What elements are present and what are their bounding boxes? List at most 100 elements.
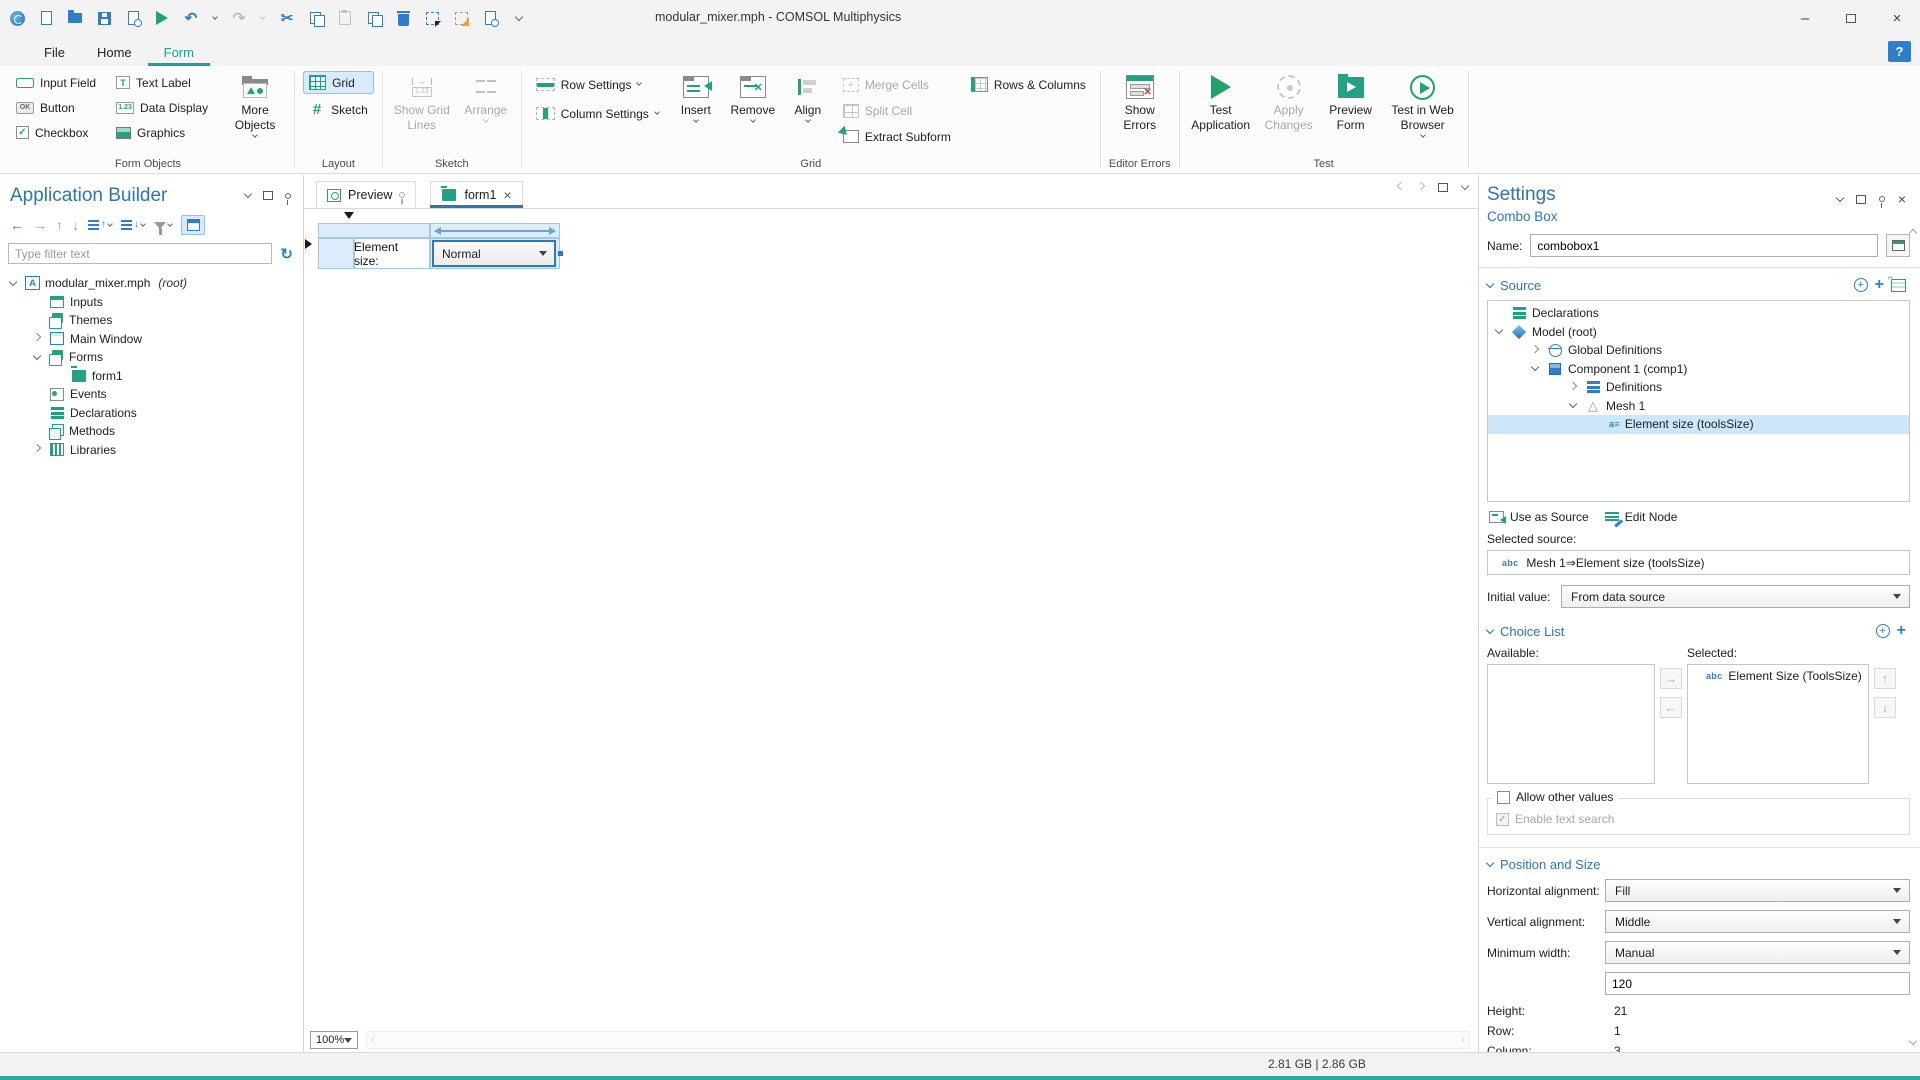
source-item-element-size[interactable]: a≡ Element size (toolsSize) [1488, 415, 1909, 434]
source-item-definitions[interactable]: Definitions [1488, 378, 1909, 397]
horizontal-alignment-dropdown[interactable]: Fill [1605, 879, 1910, 902]
source-item-global-definitions[interactable]: Global Definitions [1488, 341, 1909, 360]
run-application-icon[interactable] [153, 9, 171, 27]
add-icon[interactable]: + [1875, 277, 1884, 293]
source-tree[interactable]: Declarations Model (root) Global Definit… [1487, 300, 1910, 502]
rows-and-columns-button[interactable]: Rows & Columns [965, 73, 1092, 96]
test-in-web-browser-button[interactable]: Test in Web Browser [1386, 71, 1460, 137]
vertical-alignment-dropdown[interactable]: Middle [1605, 910, 1910, 933]
collapse-position-icon[interactable] [1486, 859, 1494, 867]
grid-cell[interactable] [318, 223, 430, 238]
element-size-combobox[interactable]: Normal [432, 240, 556, 267]
delete-icon[interactable] [394, 9, 412, 27]
duplicate-icon[interactable] [365, 9, 383, 27]
width-input[interactable] [1605, 972, 1910, 995]
insert-button[interactable]: Insert [673, 71, 719, 122]
checkbox-button[interactable]: ✓Checkbox [10, 121, 102, 144]
tab-form1[interactable]: form1 × [430, 181, 522, 208]
data-display-button[interactable]: 1.23Data Display [110, 96, 214, 119]
scroll-up-icon[interactable] [1908, 229, 1916, 237]
collapse-all-button[interactable]: ↑ [88, 220, 112, 230]
sketch-mode-button[interactable]: #Sketch [303, 98, 374, 121]
collapse-choice-list-icon[interactable] [1486, 625, 1494, 633]
comsol-logo-icon[interactable] [8, 9, 26, 27]
button-button[interactable]: OKButton [10, 96, 102, 119]
expand-all-button[interactable]: ↓ [121, 220, 145, 230]
text-label-button[interactable]: TText Label [110, 71, 214, 94]
tree-item-declarations[interactable]: Declarations [0, 404, 303, 423]
tree-item-inputs[interactable]: Inputs [0, 293, 303, 312]
open-file-icon[interactable] [66, 9, 84, 27]
float-panel-icon[interactable] [263, 191, 273, 200]
scroll-down-icon[interactable] [1908, 1037, 1916, 1045]
pin-panel-icon[interactable] [285, 193, 291, 199]
copy-icon[interactable] [307, 9, 325, 27]
cut-icon[interactable]: ✂ [278, 9, 296, 27]
source-item-model-root[interactable]: Model (root) [1488, 323, 1909, 342]
editor-menu-icon[interactable] [1461, 182, 1469, 190]
tab-file[interactable]: File [28, 40, 81, 66]
grid-mode-button[interactable]: Grid [303, 71, 374, 94]
source-item-declarations[interactable]: Declarations [1488, 304, 1909, 323]
new-file-icon[interactable] [37, 9, 55, 27]
back-button[interactable]: ← [10, 218, 24, 232]
tab-home[interactable]: Home [81, 40, 148, 66]
find-icon[interactable] [481, 9, 499, 27]
align-button[interactable]: Align [787, 71, 829, 122]
collapse-source-icon[interactable] [1486, 279, 1494, 287]
maximize-button[interactable] [1828, 0, 1874, 36]
settings-menu-chevron-icon[interactable] [1836, 193, 1844, 201]
expander-icon[interactable] [30, 337, 44, 340]
tree-item-themes[interactable]: Themes [0, 311, 303, 330]
clear-selection-icon[interactable] [452, 9, 470, 27]
column-marker-icon[interactable] [344, 212, 354, 219]
row-marker-icon[interactable] [305, 239, 312, 249]
minimize-button[interactable]: – [1782, 0, 1828, 36]
section-source[interactable]: Source + + [1479, 268, 1920, 298]
collapse-all-dropdown-icon[interactable] [107, 221, 113, 227]
add-choice-list-icon[interactable]: + [1876, 624, 1890, 638]
maximize-editor-icon[interactable] [1438, 183, 1448, 192]
source-item-component1[interactable]: Component 1 (comp1) [1488, 360, 1909, 379]
tree-item-methods[interactable]: Methods [0, 422, 303, 441]
tree-item-root[interactable]: A modular_mixer.mph (root) [0, 274, 303, 293]
grid-cell[interactable] [318, 238, 354, 269]
tree-item-events[interactable]: Events [0, 385, 303, 404]
horizontal-scrollbar[interactable]: ‹ › [366, 1031, 1470, 1049]
input-field-button[interactable]: Input Field [10, 71, 102, 94]
help-button[interactable]: ? [1888, 41, 1911, 62]
show-node-text-toggle[interactable] [181, 215, 205, 235]
expander-icon[interactable] [6, 282, 20, 285]
filter-dropdown-icon[interactable] [167, 221, 173, 227]
close-tab-icon[interactable]: × [503, 188, 511, 202]
zoom-control[interactable]: 100% [310, 1031, 358, 1049]
column-settings-button[interactable]: Column Settings [530, 102, 665, 125]
save-icon[interactable] [95, 9, 113, 27]
float-settings-icon[interactable] [1856, 195, 1866, 204]
switch-to-model-tree-icon[interactable] [1891, 279, 1906, 292]
remove-button[interactable]: ✕ Remove [727, 71, 779, 122]
add-choice-icon[interactable]: + [1897, 623, 1906, 639]
form-canvas[interactable]: Element size: Normal [304, 209, 1478, 1028]
minimum-width-dropdown[interactable]: Manual [1605, 941, 1910, 964]
undo-icon[interactable]: ↶ [182, 9, 200, 27]
refresh-icon[interactable]: ↻ [280, 245, 293, 263]
tree-item-forms[interactable]: Forms [0, 348, 303, 367]
qat-overflow-icon[interactable] [510, 9, 528, 27]
expander-icon[interactable] [30, 356, 44, 359]
scroll-left-icon[interactable]: ‹ [371, 1034, 375, 1046]
name-input[interactable] [1530, 234, 1878, 257]
selected-listbox[interactable]: abc Element Size (ToolsSize) [1687, 664, 1869, 784]
extract-subform-button[interactable]: Extract Subform [837, 125, 957, 148]
available-listbox[interactable] [1487, 664, 1655, 784]
settings-scrollbar[interactable] [1906, 231, 1919, 1046]
section-choice-list[interactable]: Choice List + + [1479, 614, 1920, 644]
edit-node-button[interactable]: Edit Node [1605, 510, 1678, 524]
selected-list-item[interactable]: abc Element Size (ToolsSize) [1688, 665, 1868, 683]
show-errors-button[interactable]: ✕ Show Errors [1114, 71, 1166, 133]
more-objects-button[interactable]: More Objects [224, 71, 286, 137]
expander-icon[interactable] [1528, 367, 1542, 370]
resize-handle[interactable] [558, 251, 563, 256]
tree-item-form1[interactable]: form1 [0, 367, 303, 386]
pin-settings-icon[interactable] [1879, 196, 1885, 202]
